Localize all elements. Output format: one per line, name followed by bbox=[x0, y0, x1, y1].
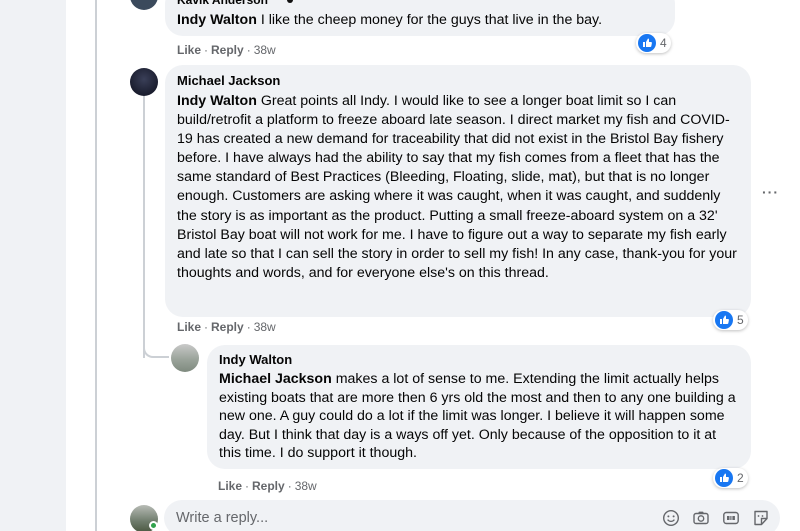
reaction-count[interactable]: 4 bbox=[636, 33, 671, 53]
online-status-dot bbox=[149, 521, 158, 530]
thumbs-up-icon bbox=[715, 469, 733, 487]
comment-actions: Like · Reply · 38w bbox=[177, 43, 276, 57]
reply-button[interactable]: Reply bbox=[252, 479, 285, 493]
camera-icon[interactable] bbox=[692, 509, 710, 527]
comment-text: Indy Walton I like the cheep money for t… bbox=[177, 11, 663, 30]
comment-author[interactable]: Kavik Anderson bbox=[177, 0, 663, 8]
like-button[interactable]: Like bbox=[177, 43, 201, 57]
comment-text: Indy Walton Great points all Indy. I wou… bbox=[177, 92, 739, 283]
comment-bubble: Kavik Anderson Indy Walton I like the ch… bbox=[165, 0, 675, 36]
reply-button[interactable]: Reply bbox=[211, 320, 244, 334]
like-button[interactable]: Like bbox=[218, 479, 242, 493]
comment-actions: Like · Reply · 38w bbox=[177, 320, 276, 334]
comment-author[interactable]: Michael Jackson bbox=[177, 73, 739, 89]
timestamp[interactable]: 38w bbox=[295, 479, 317, 493]
avatar[interactable] bbox=[171, 344, 199, 372]
more-options-icon[interactable]: ··· bbox=[762, 184, 779, 200]
mention-tag[interactable]: Indy Walton bbox=[177, 12, 257, 28]
thumbs-up-icon bbox=[638, 34, 656, 52]
mention-tag[interactable]: Indy Walton bbox=[177, 93, 257, 109]
reply-tools bbox=[662, 509, 770, 527]
comment-actions: Like · Reply · 38w bbox=[218, 479, 317, 493]
thread-line bbox=[95, 0, 97, 531]
comment-body: Great points all Indy. I would like to s… bbox=[177, 93, 737, 281]
reply-placeholder: Write a reply... bbox=[176, 510, 269, 526]
thumbs-up-icon bbox=[715, 311, 733, 329]
reaction-number: 5 bbox=[737, 313, 744, 327]
gif-icon[interactable] bbox=[722, 509, 740, 527]
emoji-icon[interactable] bbox=[662, 509, 680, 527]
comment-author[interactable]: Indy Walton bbox=[219, 352, 739, 368]
timestamp[interactable]: 38w bbox=[254, 43, 276, 57]
avatar[interactable] bbox=[130, 68, 158, 96]
like-button[interactable]: Like bbox=[177, 320, 201, 334]
thread-connector bbox=[143, 340, 169, 358]
sticker-icon[interactable] bbox=[752, 509, 770, 527]
reaction-count[interactable]: 2 bbox=[713, 468, 748, 488]
comment-body: I like the cheep money for the guys that… bbox=[256, 12, 603, 28]
mention-tag[interactable]: Michael Jackson bbox=[219, 371, 332, 387]
reply-input[interactable]: Write a reply... bbox=[164, 500, 780, 531]
comment-text: Michael Jackson makes a lot of sense to … bbox=[219, 370, 739, 463]
reaction-number: 2 bbox=[737, 471, 744, 485]
reaction-count[interactable]: 5 bbox=[713, 310, 748, 330]
reaction-number: 4 bbox=[660, 36, 667, 50]
reply-button[interactable]: Reply bbox=[211, 43, 244, 57]
comment-bubble: Indy Walton Michael Jackson makes a lot … bbox=[207, 345, 751, 469]
thread-line-nested bbox=[143, 96, 145, 358]
comment-bubble: Michael Jackson Indy Walton Great points… bbox=[165, 65, 751, 317]
timestamp[interactable]: 38w bbox=[254, 320, 276, 334]
